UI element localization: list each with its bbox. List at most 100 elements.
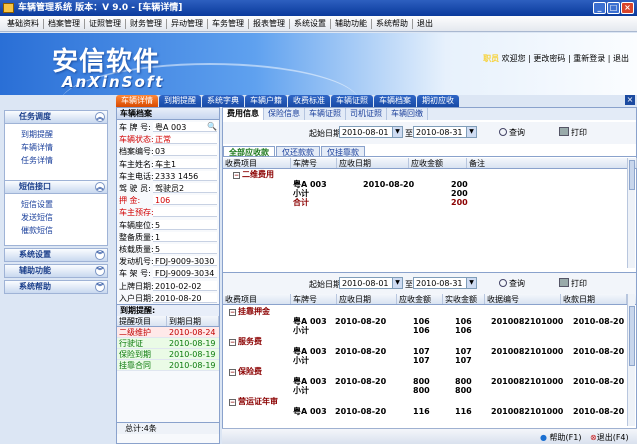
receivable-tab[interactable]: 仅还款款 — [276, 146, 320, 157]
group-row[interactable]: − 服务费 — [223, 335, 636, 347]
menu-item[interactable]: 系统帮助 — [373, 18, 411, 29]
remind-row[interactable]: 行驶证 2010-08-19 — [117, 338, 219, 349]
detail-tab[interactable]: 费用信息 — [223, 108, 264, 120]
column-header[interactable]: 收据编号 — [485, 294, 561, 304]
main-tab[interactable]: 收费标准 — [288, 95, 330, 107]
remind-row[interactable]: 二级维护 2010-08-24 — [117, 327, 219, 338]
account-links[interactable]: 欢迎您 | 更改密码 | 重新登录 | 退出 — [502, 54, 629, 63]
menu-item[interactable]: 证照管理 — [86, 18, 124, 29]
menu-item[interactable]: 报表管理 — [250, 18, 288, 29]
close-button[interactable]: × — [621, 2, 634, 14]
field-value[interactable]: 2010-08-20 — [153, 292, 217, 303]
print-button[interactable]: 打印 — [559, 278, 587, 289]
column-header[interactable]: 收费项目 — [223, 158, 291, 168]
menu-item[interactable]: 基础资料 — [4, 18, 42, 29]
group-row[interactable]: − 二维费用 — [223, 170, 636, 180]
field-value[interactable]: 1 — [153, 231, 217, 242]
collapse-icon[interactable]: − — [229, 309, 236, 316]
maximize-button[interactable]: □ — [607, 2, 620, 14]
menu-item[interactable]: 档案管理 — [45, 18, 83, 29]
remind-row[interactable]: 挂靠合同 2010-08-19 — [117, 360, 219, 371]
sidebar-section-sms[interactable]: 短信接口 ︽ — [4, 180, 108, 194]
sidebar-section-help[interactable]: 系统帮助 ︾ — [4, 280, 108, 294]
detail-tab[interactable]: 车辆回缴 — [387, 108, 428, 120]
menu-item[interactable]: 辅助功能 — [332, 18, 370, 29]
table-row[interactable]: 粤A 003 2010-08-20 116 116 2010082101000 2010-… — [223, 407, 636, 416]
expand-icon[interactable]: ︾ — [95, 282, 105, 292]
help-button[interactable]: ● 帮助(F1) — [540, 432, 581, 443]
collapse-icon[interactable]: − — [233, 172, 240, 179]
search-icon[interactable]: 🔍 — [207, 122, 217, 131]
main-tab[interactable]: 期初应收 — [417, 95, 459, 107]
sidebar-link[interactable]: 催款短信 — [5, 224, 107, 237]
start-date-input[interactable]: 2010-08-01 ▼ — [339, 277, 403, 289]
menu-item[interactable]: 退出 — [414, 18, 436, 29]
column-header[interactable]: 收款日期 — [561, 294, 627, 304]
top-grid-scrollbar[interactable] — [627, 158, 635, 268]
field-value[interactable]: 5 — [153, 219, 217, 230]
menu-item[interactable]: 系统设置 — [291, 18, 329, 29]
table-row[interactable]: 粤A 003 2010-08-20 200 — [223, 180, 636, 189]
sidebar-link[interactable]: 短信设置 — [5, 198, 107, 211]
expand-icon[interactable]: ︾ — [95, 266, 105, 276]
field-value[interactable]: 03 — [153, 146, 217, 157]
detail-tab[interactable]: 保险信息 — [264, 108, 305, 120]
group-row[interactable]: − 营运证年审 — [223, 395, 636, 407]
query-button[interactable]: 查询 — [499, 127, 525, 138]
group-row[interactable]: − 保险费 — [223, 365, 636, 377]
field-value[interactable] — [153, 207, 217, 218]
group-row[interactable]: − 挂靠押金 — [223, 305, 636, 317]
column-header[interactable]: 应收金额 — [409, 158, 467, 168]
exit-button[interactable]: ⊗退出(F4) — [590, 432, 629, 443]
menu-item[interactable]: 异动管理 — [168, 18, 206, 29]
minimize-button[interactable]: _ — [593, 2, 606, 14]
column-header[interactable]: 应收日期 — [337, 158, 409, 168]
column-header[interactable]: 提醒项目 — [117, 316, 167, 326]
column-header[interactable]: 收费项目 — [223, 294, 291, 304]
user-links[interactable]: 职员 欢迎您 | 更改密码 | 重新登录 | 退出 — [483, 53, 629, 64]
column-header[interactable]: 应收日期 — [337, 294, 397, 304]
bottom-grid-scrollbar[interactable] — [627, 294, 635, 426]
start-date-input[interactable]: 2010-08-01 ▼ — [339, 126, 403, 138]
print-button[interactable]: 打印 — [559, 127, 587, 138]
column-header[interactable]: 车牌号 — [291, 158, 337, 168]
field-value[interactable]: 5 — [153, 244, 217, 254]
main-tab[interactable]: 系统字典 — [202, 95, 244, 107]
field-value[interactable]: 106 — [153, 195, 217, 206]
menu-item[interactable]: 车务管理 — [209, 18, 247, 29]
table-row[interactable]: 小计 800 800 — [223, 386, 636, 395]
remind-row[interactable]: 保险到期 2010-08-19 — [117, 349, 219, 360]
main-tab[interactable]: 车辆证照 — [331, 95, 373, 107]
menu-item[interactable]: 财务管理 — [127, 18, 165, 29]
sidebar-section-settings[interactable]: 系统设置 ︾ — [4, 248, 108, 262]
collapse-icon[interactable]: − — [229, 399, 236, 406]
receivable-tab[interactable]: 仅挂靠款 — [321, 146, 365, 157]
sidebar-link[interactable]: 任务详情 — [5, 154, 107, 167]
sidebar-section-task[interactable]: 任务调度 ︽ — [4, 110, 108, 124]
field-value[interactable]: FDJ-9009-3034 — [153, 268, 217, 279]
main-tab[interactable]: 车辆详情 — [116, 95, 158, 107]
expand-icon[interactable]: ︾ — [95, 250, 105, 260]
field-value[interactable]: 车主1 — [153, 158, 217, 169]
detail-tab[interactable]: 车辆证照 — [305, 108, 346, 120]
collapse-icon[interactable]: − — [229, 369, 236, 376]
column-header[interactable]: 车牌号 — [291, 294, 337, 304]
end-date-input[interactable]: 2010-08-31 ▼ — [413, 277, 477, 289]
sidebar-link[interactable]: 发送短信 — [5, 211, 107, 224]
collapse-icon[interactable]: ︽ — [95, 182, 105, 192]
column-header[interactable]: 应收金额 — [397, 294, 443, 304]
main-tab[interactable]: 车辆档案 — [374, 95, 416, 107]
field-value[interactable]: 2010-02-02 — [153, 280, 217, 291]
table-row[interactable]: 粤A 003 2010-08-20 800 800 2010082101000 2010-… — [223, 377, 636, 386]
field-value[interactable]: 正常 — [153, 134, 217, 145]
column-header[interactable]: 备注 — [467, 158, 637, 168]
table-row[interactable]: 小计 200 — [223, 189, 636, 198]
table-row[interactable]: 合计 200 — [223, 198, 636, 207]
table-row[interactable]: 粤A 003 2010-08-20 107 107 2010082101000 2010-… — [223, 347, 636, 356]
main-tab[interactable]: 到期提醒 — [159, 95, 201, 107]
detail-tab[interactable]: 司机证照 — [346, 108, 387, 120]
column-header[interactable]: 实收金额 — [443, 294, 485, 304]
end-date-input[interactable]: 2010-08-31 ▼ — [413, 126, 477, 138]
field-value[interactable]: FDJ-9009-3030 — [153, 256, 217, 267]
field-value[interactable]: 2333 1456 — [153, 170, 217, 181]
